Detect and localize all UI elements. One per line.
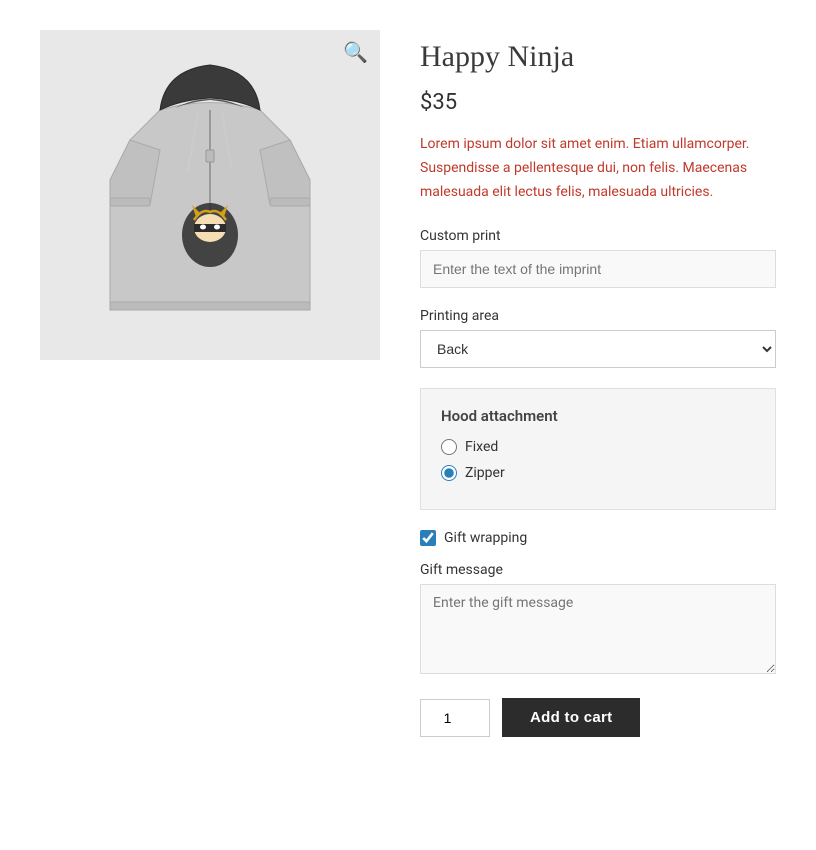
product-price: $35 — [420, 90, 776, 115]
product-image — [80, 50, 340, 340]
add-to-cart-button[interactable]: Add to cart — [502, 698, 640, 737]
radio-zipper-label: Zipper — [465, 465, 505, 481]
quantity-input[interactable] — [420, 699, 490, 737]
product-image-container: 🔍 — [40, 30, 380, 360]
gift-wrapping-checkbox[interactable] — [420, 530, 436, 546]
product-details-column: Happy Ninja $35 Lorem ipsum dolor sit am… — [420, 30, 776, 737]
radio-fixed[interactable] — [441, 439, 457, 455]
zoom-icon[interactable]: 🔍 — [343, 40, 368, 64]
product-layout: 🔍 — [0, 0, 816, 767]
gift-message-textarea[interactable] — [420, 584, 776, 674]
gift-wrapping-row: Gift wrapping — [420, 530, 776, 546]
printing-area-label: Printing area — [420, 308, 776, 324]
product-description: Lorem ipsum dolor sit amet enim. Etiam u… — [420, 133, 776, 204]
product-image-column: 🔍 — [40, 30, 380, 737]
gift-message-group: Gift message — [420, 562, 776, 678]
product-title: Happy Ninja — [420, 40, 776, 74]
radio-option-fixed[interactable]: Fixed — [441, 439, 755, 455]
custom-print-label: Custom print — [420, 228, 776, 244]
gift-message-label: Gift message — [420, 562, 776, 578]
printing-area-group: Printing area Back Front Left Sleeve Rig… — [420, 308, 776, 368]
custom-print-group: Custom print — [420, 228, 776, 288]
radio-option-zipper[interactable]: Zipper — [441, 465, 755, 481]
gift-wrapping-label[interactable]: Gift wrapping — [444, 530, 527, 546]
custom-print-input[interactable] — [420, 250, 776, 288]
radio-zipper[interactable] — [441, 465, 457, 481]
hood-attachment-title: Hood attachment — [441, 407, 755, 425]
printing-area-select[interactable]: Back Front Left Sleeve Right Sleeve — [420, 330, 776, 368]
radio-fixed-label: Fixed — [465, 439, 498, 455]
cart-row: Add to cart — [420, 698, 776, 737]
hood-attachment-group: Hood attachment Fixed Zipper — [420, 388, 776, 510]
